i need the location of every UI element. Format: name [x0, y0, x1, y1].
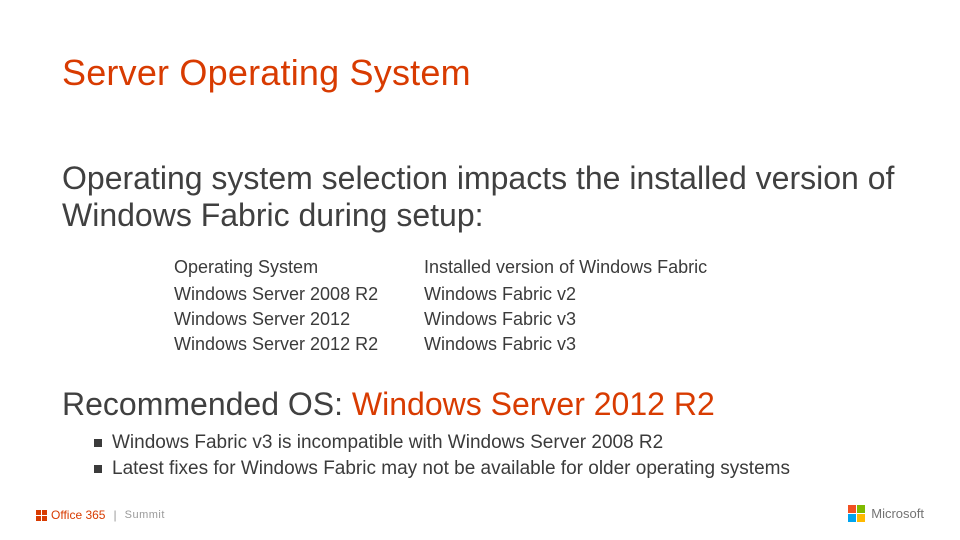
os-fabric-table: Operating System Installed version of Wi… — [174, 255, 774, 357]
list-item: Windows Fabric v3 is incompatible with W… — [94, 430, 790, 456]
bullet-icon — [94, 439, 102, 447]
table-header-os: Operating System — [174, 255, 424, 282]
cell-ver: Windows Fabric v3 — [424, 307, 774, 332]
slide-title: Server Operating System — [62, 52, 471, 94]
cell-os: Windows Server 2012 — [174, 307, 424, 332]
recommended-value: Windows Server 2012 R2 — [352, 386, 715, 422]
slide: Server Operating System Operating system… — [0, 0, 960, 540]
table-row: Windows Server 2008 R2 Windows Fabric v2 — [174, 282, 774, 307]
bullet-icon — [94, 465, 102, 473]
summit-text: Summit — [125, 509, 165, 521]
table-header-ver: Installed version of Windows Fabric — [424, 255, 774, 282]
bullet-text: Latest fixes for Windows Fabric may not … — [112, 456, 790, 482]
list-item: Latest fixes for Windows Fabric may not … — [94, 456, 790, 482]
footer-right: Microsoft — [848, 505, 924, 522]
footer-divider: | — [113, 508, 116, 522]
cell-os: Windows Server 2012 R2 — [174, 332, 424, 357]
cell-ver: Windows Fabric v3 — [424, 332, 774, 357]
microsoft-logo-icon — [848, 505, 865, 522]
table-row: Windows Server 2012 Windows Fabric v3 — [174, 307, 774, 332]
office-mark-icon — [36, 510, 47, 521]
recommended-line: Recommended OS: Windows Server 2012 R2 — [62, 386, 715, 423]
recommended-label: Recommended OS: — [62, 386, 352, 422]
intro-text: Operating system selection impacts the i… — [62, 160, 902, 234]
office365-text: Office 365 — [51, 508, 105, 522]
bullet-list: Windows Fabric v3 is incompatible with W… — [94, 430, 790, 481]
cell-os: Windows Server 2008 R2 — [174, 282, 424, 307]
cell-ver: Windows Fabric v2 — [424, 282, 774, 307]
microsoft-text: Microsoft — [871, 506, 924, 521]
bullet-text: Windows Fabric v3 is incompatible with W… — [112, 430, 663, 456]
office365-logo: Office 365 — [36, 508, 105, 522]
table-row: Windows Server 2012 R2 Windows Fabric v3 — [174, 332, 774, 357]
footer-left: Office 365 | Summit — [36, 508, 165, 522]
